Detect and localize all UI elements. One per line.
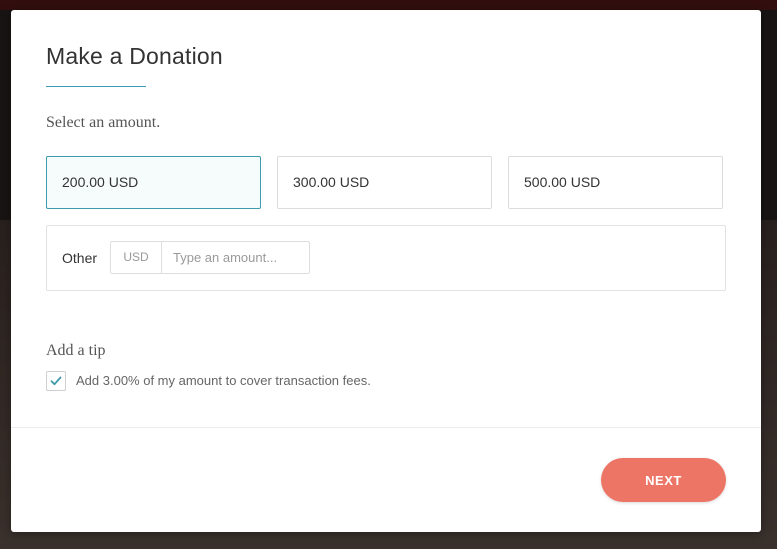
amount-option-500[interactable]: 500.00 USD (508, 156, 723, 209)
next-button[interactable]: NEXT (601, 458, 726, 502)
other-amount-label: Other (62, 250, 98, 266)
modal-title: Make a Donation (46, 43, 223, 69)
other-amount-input[interactable] (161, 241, 310, 274)
amount-option-300[interactable]: 300.00 USD (277, 156, 492, 209)
other-amount-box: Other USD (46, 225, 726, 291)
donation-modal: Make a Donation Select an amount. 200.00… (11, 10, 761, 532)
add-tip-label: Add a tip (46, 342, 106, 359)
title-underline (46, 86, 146, 87)
checkmark-icon (50, 376, 62, 386)
currency-addon: USD (110, 241, 161, 274)
amount-option-200[interactable]: 200.00 USD (46, 156, 261, 209)
select-amount-label: Select an amount. (46, 114, 161, 131)
footer-divider (11, 427, 761, 428)
tip-checkbox[interactable] (46, 371, 66, 391)
tip-checkbox-label: Add 3.00% of my amount to cover transact… (76, 373, 371, 388)
